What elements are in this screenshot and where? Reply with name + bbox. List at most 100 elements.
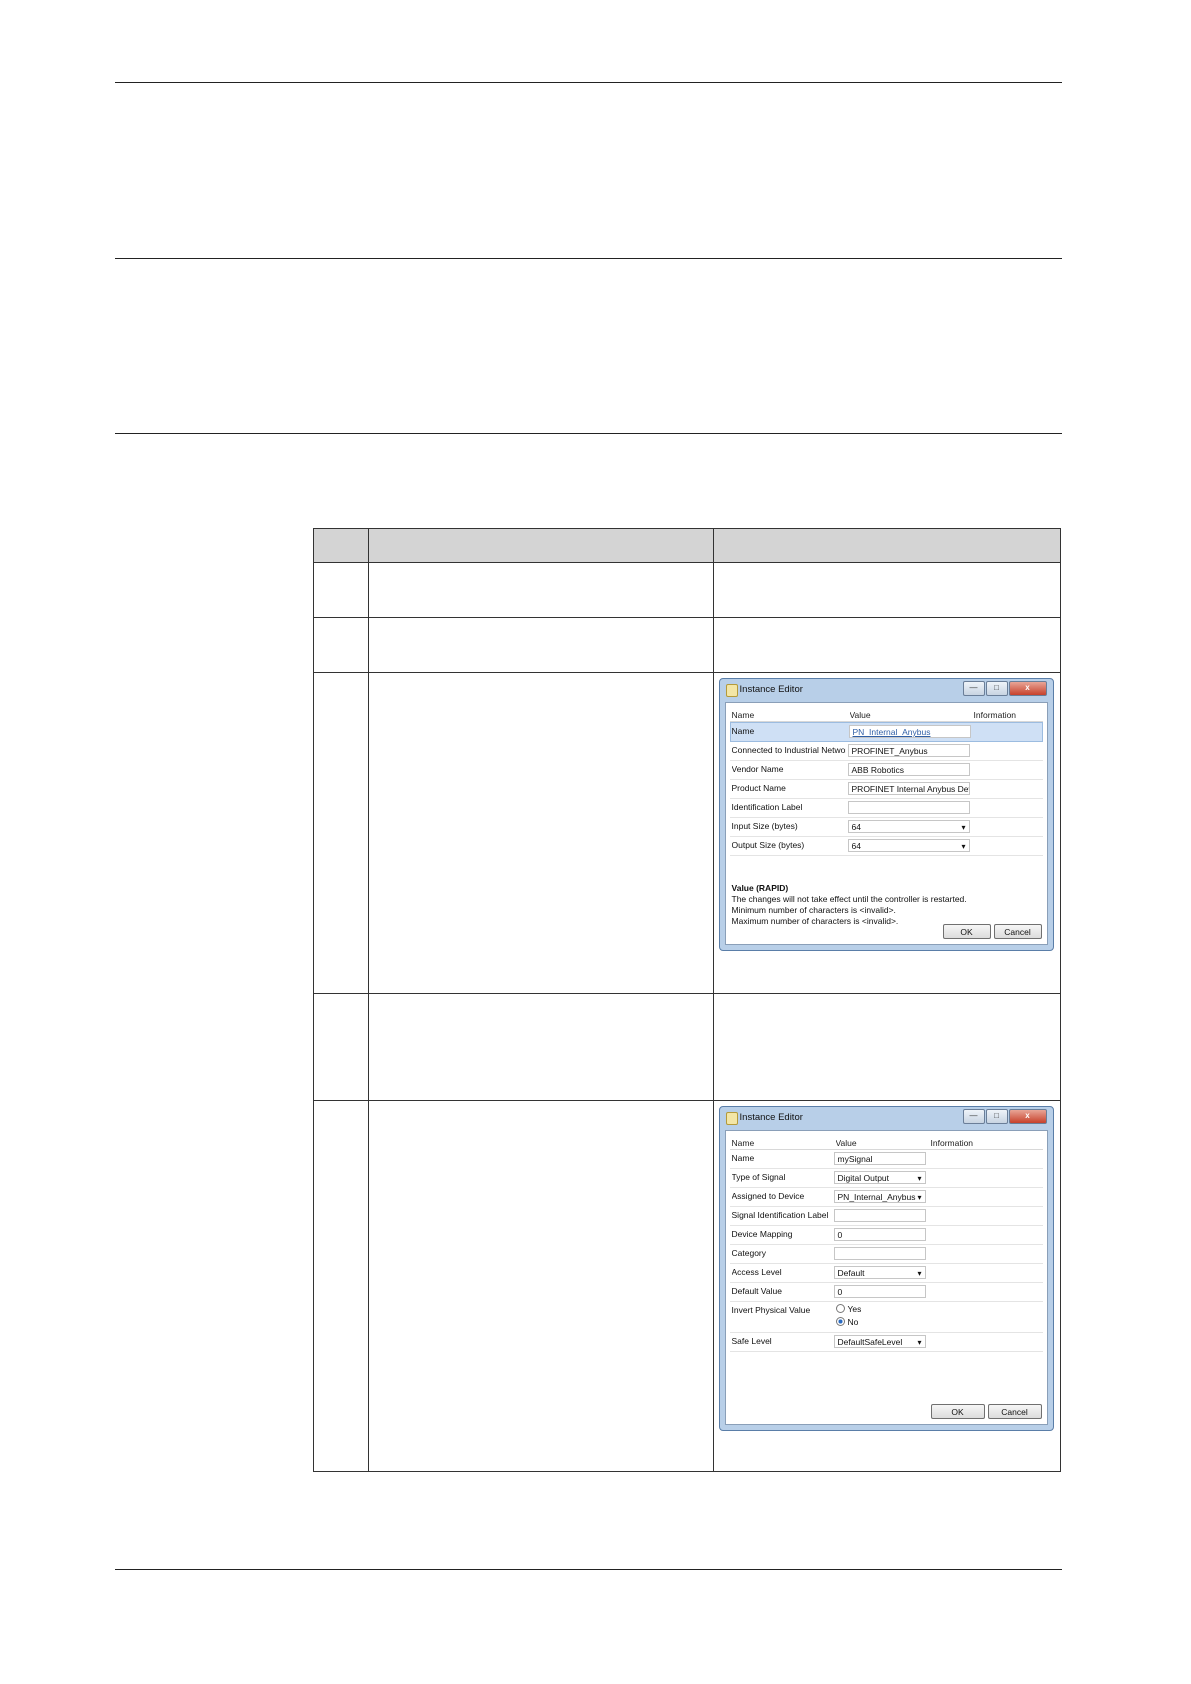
row-label: Default Value <box>731 1286 782 1296</box>
grid-row-mapping[interactable]: Device Mapping 0 <box>729 1226 1043 1245</box>
default-value-input[interactable]: 0 <box>833 1285 926 1298</box>
step-row: Instance Editor — □ x Name Value Informa… <box>312 1100 1062 1472</box>
row-label: Invert Physical Value <box>731 1305 811 1315</box>
row-label: Connected to Industrial Network <box>731 745 846 755</box>
dialog-title: Instance Editor <box>739 684 803 695</box>
dialog-body: Name Value Information Name mySignal Typ… <box>724 1130 1048 1425</box>
maximize-button[interactable]: □ <box>985 1109 1008 1124</box>
radio-yes[interactable]: Yes <box>835 1304 862 1314</box>
radio-yes-icon <box>835 1304 845 1313</box>
radio-yes-label: Yes <box>847 1304 862 1314</box>
grid-row-category[interactable]: Category <box>729 1245 1043 1264</box>
maximize-button[interactable]: □ <box>985 681 1008 696</box>
grid-row-name[interactable]: Name mySignal <box>729 1150 1043 1169</box>
row-label: Input Size (bytes) <box>731 821 798 831</box>
close-button[interactable]: x <box>1008 681 1047 696</box>
row-label: Safe Level <box>731 1336 772 1346</box>
property-grid: Name Value Information Name mySignal Typ… <box>729 1135 1043 1352</box>
name-input[interactable]: PN_Internal_Anybus <box>848 725 971 738</box>
step-row <box>312 993 1062 1101</box>
close-button[interactable]: x <box>1008 1109 1047 1124</box>
cancel-button[interactable]: Cancel <box>993 924 1042 939</box>
grid-row-name[interactable]: Name PN_Internal_Anybus <box>729 722 1043 742</box>
column-header-information: Information <box>973 710 1017 720</box>
safe-level-dropdown[interactable]: DefaultSafeLevel <box>833 1335 926 1348</box>
row-label: Output Size (bytes) <box>731 840 805 850</box>
grid-row-identification[interactable]: Identification Label <box>729 799 1043 818</box>
dialog-title: Instance Editor <box>739 1112 803 1123</box>
signal-identification-field[interactable] <box>833 1209 926 1222</box>
cancel-button[interactable]: Cancel <box>987 1404 1042 1419</box>
section-rule <box>115 258 1062 259</box>
row-label: Vendor Name <box>731 764 784 774</box>
steps-table-header <box>312 528 1062 563</box>
grid-row-product[interactable]: Product Name PROFINET Internal Anybus De… <box>729 780 1043 799</box>
row-label: Signal Identification Label <box>731 1210 829 1220</box>
grid-row-identification[interactable]: Signal Identification Label <box>729 1207 1043 1226</box>
grid-row-default[interactable]: Default Value 0 <box>729 1283 1043 1302</box>
header-rule <box>115 82 1062 83</box>
row-label: Product Name <box>731 783 786 793</box>
section-rule-2 <box>115 433 1062 434</box>
step-row: Instance Editor — □ x Name Value Informa… <box>312 672 1062 994</box>
dialog-body: Name Value Information Name PN_Internal_… <box>724 702 1048 945</box>
column-header-value: Value <box>835 1138 857 1148</box>
signal-name-input[interactable]: mySignal <box>833 1152 926 1165</box>
grid-row-input-size[interactable]: Input Size (bytes) 64 <box>729 818 1043 837</box>
row-label: Name <box>731 1153 755 1163</box>
dialog-titlebar: Instance Editor — □ x <box>720 679 1053 701</box>
device-mapping-input[interactable]: 0 <box>833 1228 926 1241</box>
column-header-value: Value <box>849 710 871 720</box>
grid-row-invert[interactable]: Invert Physical Value Yes No <box>729 1302 1043 1333</box>
row-label: Device Mapping <box>731 1229 793 1239</box>
row-label: Category <box>731 1248 767 1258</box>
signal-type-dropdown[interactable]: Digital Output <box>833 1171 926 1184</box>
grid-row-device[interactable]: Assigned to Device PN_Internal_Anybus <box>729 1188 1043 1207</box>
grid-row-output-size[interactable]: Output Size (bytes) 64 <box>729 837 1043 856</box>
grid-row-access[interactable]: Access Level Default <box>729 1264 1043 1283</box>
vendor-field[interactable]: ABB Robotics <box>847 763 970 776</box>
instance-editor-dialog-signal: Instance Editor — □ x Name Value Informa… <box>718 1106 1054 1431</box>
product-field[interactable]: PROFINET Internal Anybus Device <box>847 782 970 795</box>
category-input[interactable] <box>833 1247 926 1260</box>
access-level-dropdown[interactable]: Default <box>833 1266 926 1279</box>
property-grid: Name Value Information Name PN_Internal_… <box>729 707 1043 856</box>
column-header-name: Name <box>731 710 755 720</box>
row-label: Access Level <box>731 1267 782 1277</box>
output-size-dropdown[interactable]: 64 <box>847 839 970 852</box>
footer-rule <box>115 1569 1062 1570</box>
row-label: Assigned to Device <box>731 1191 805 1201</box>
assigned-device-dropdown[interactable]: PN_Internal_Anybus <box>833 1190 926 1203</box>
grid-row-vendor[interactable]: Vendor Name ABB Robotics <box>729 761 1043 780</box>
info-panel: Value (RAPID) The changes will not take … <box>732 883 1041 927</box>
app-icon <box>725 684 738 697</box>
instance-editor-dialog-device: Instance Editor — □ x Name Value Informa… <box>718 678 1054 951</box>
radio-no[interactable]: No <box>835 1317 859 1327</box>
radio-no-label: No <box>847 1317 859 1327</box>
grid-row-safe-level[interactable]: Safe Level DefaultSafeLevel <box>729 1333 1043 1352</box>
radio-no-icon <box>835 1317 845 1326</box>
grid-header: Name Value Information <box>729 707 1043 722</box>
step-row <box>312 562 1062 618</box>
minimize-button[interactable]: — <box>962 1109 985 1124</box>
row-label: Identification Label <box>731 802 803 812</box>
network-field[interactable]: PROFINET_Anybus <box>847 744 970 757</box>
row-label: Type of Signal <box>731 1172 786 1182</box>
column-header-name: Name <box>731 1138 755 1148</box>
minimize-button[interactable]: — <box>962 681 985 696</box>
dialog-titlebar: Instance Editor — □ x <box>720 1107 1053 1129</box>
row-label: Name <box>731 726 755 736</box>
ok-button[interactable]: OK <box>942 924 991 939</box>
info-line: The changes will not take effect until t… <box>731 894 967 904</box>
steps-table: Instance Editor — □ x Name Value Informa… <box>312 528 1062 1472</box>
info-line: Minimum number of characters is <invalid… <box>731 905 896 915</box>
app-icon <box>725 1112 738 1125</box>
ok-button[interactable]: OK <box>930 1404 985 1419</box>
identification-field[interactable] <box>847 801 970 814</box>
grid-row-network[interactable]: Connected to Industrial Network PROFINET… <box>729 742 1043 761</box>
info-title: Value (RAPID) <box>731 883 789 893</box>
grid-row-type[interactable]: Type of Signal Digital Output <box>729 1169 1043 1188</box>
column-header-information: Information <box>930 1138 974 1148</box>
input-size-dropdown[interactable]: 64 <box>847 820 970 833</box>
grid-header: Name Value Information <box>729 1135 1043 1150</box>
